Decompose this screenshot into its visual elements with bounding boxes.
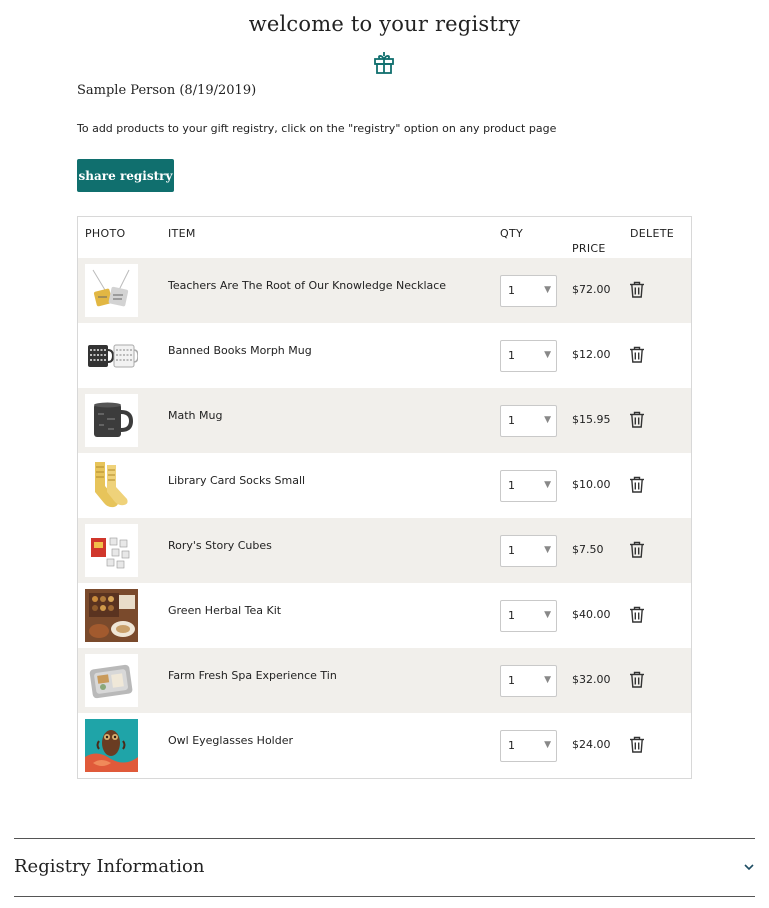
- product-image-owl-eyeglasses-holder[interactable]: [85, 719, 138, 772]
- caret-down-icon: ▼: [544, 415, 551, 425]
- caret-down-icon: ▼: [544, 285, 551, 295]
- item-price: $32.00: [572, 673, 611, 686]
- table-row: Rory's Story Cubes 1 ▼ $7.50: [78, 518, 691, 583]
- product-image-library-card-socks[interactable]: [85, 459, 138, 512]
- product-image-math-mug[interactable]: [85, 394, 138, 447]
- header-qty: QTY: [500, 227, 523, 240]
- caret-down-icon: ▼: [544, 545, 551, 555]
- quantity-select[interactable]: 1 ▼: [500, 665, 557, 697]
- table-row: Green Herbal Tea Kit 1 ▼ $40.00: [78, 583, 691, 648]
- chevron-down-icon[interactable]: [742, 862, 756, 872]
- item-price: $15.95: [572, 413, 611, 426]
- item-name[interactable]: Owl Eyeglasses Holder: [168, 734, 293, 747]
- caret-down-icon: ▼: [544, 740, 551, 750]
- quantity-select[interactable]: 1 ▼: [500, 275, 557, 307]
- share-registry-button[interactable]: share registry: [77, 159, 174, 192]
- quantity-value: 1: [508, 609, 515, 622]
- gift-icon: [374, 52, 394, 74]
- item-price: $10.00: [572, 478, 611, 491]
- header-photo: PHOTO: [85, 227, 126, 240]
- quantity-select[interactable]: 1 ▼: [500, 470, 557, 502]
- quantity-value: 1: [508, 739, 515, 752]
- quantity-value: 1: [508, 414, 515, 427]
- header-price: PRICE: [572, 242, 606, 255]
- quantity-value: 1: [508, 349, 515, 362]
- table-header: PHOTO ITEM QTY PRICE DELETE: [78, 217, 691, 258]
- item-name[interactable]: Banned Books Morph Mug: [168, 344, 312, 357]
- product-image-necklace[interactable]: [85, 264, 138, 317]
- quantity-value: 1: [508, 544, 515, 557]
- table-row: Teachers Are The Root of Our Knowledge N…: [78, 258, 691, 323]
- page-title: welcome to your registry: [248, 12, 521, 36]
- quantity-select[interactable]: 1 ▼: [500, 535, 557, 567]
- item-price: $24.00: [572, 738, 611, 751]
- product-image-story-cubes[interactable]: [85, 524, 138, 577]
- accordion-divider-bottom: [14, 896, 755, 897]
- caret-down-icon: ▼: [544, 610, 551, 620]
- trash-icon[interactable]: [629, 606, 645, 623]
- quantity-select[interactable]: 1 ▼: [500, 405, 557, 437]
- registry-information-toggle[interactable]: Registry Information: [14, 856, 204, 877]
- accordion-divider-top: [14, 838, 755, 839]
- trash-icon[interactable]: [629, 346, 645, 363]
- item-price: $40.00: [572, 608, 611, 621]
- item-price: $12.00: [572, 348, 611, 361]
- table-row: Farm Fresh Spa Experience Tin 1 ▼ $32.00: [78, 648, 691, 713]
- caret-down-icon: ▼: [544, 480, 551, 490]
- quantity-value: 1: [508, 284, 515, 297]
- product-image-banned-books-mug[interactable]: [85, 329, 138, 382]
- product-image-herbal-tea-kit[interactable]: [85, 589, 138, 642]
- table-row: Math Mug 1 ▼ $15.95: [78, 388, 691, 453]
- quantity-select[interactable]: 1 ▼: [500, 340, 557, 372]
- item-name[interactable]: Farm Fresh Spa Experience Tin: [168, 669, 337, 682]
- table-row: Banned Books Morph Mug 1 ▼ $12.00: [78, 323, 691, 388]
- item-name[interactable]: Library Card Socks Small: [168, 474, 305, 487]
- caret-down-icon: ▼: [544, 675, 551, 685]
- registry-instructions: To add products to your gift registry, c…: [77, 122, 557, 135]
- item-name[interactable]: Rory's Story Cubes: [168, 539, 272, 552]
- item-price: $72.00: [572, 283, 611, 296]
- table-row: Owl Eyeglasses Holder 1 ▼ $24.00: [78, 713, 691, 778]
- quantity-select[interactable]: 1 ▼: [500, 730, 557, 762]
- item-name[interactable]: Math Mug: [168, 409, 222, 422]
- registry-table: PHOTO ITEM QTY PRICE DELETE Teachers Are…: [77, 216, 692, 779]
- header-delete: DELETE: [630, 227, 674, 240]
- quantity-value: 1: [508, 674, 515, 687]
- registry-owner: Sample Person (8/19/2019): [77, 83, 257, 98]
- trash-icon[interactable]: [629, 541, 645, 558]
- quantity-value: 1: [508, 479, 515, 492]
- trash-icon[interactable]: [629, 281, 645, 298]
- product-image-spa-experience-tin[interactable]: [85, 654, 138, 707]
- quantity-select[interactable]: 1 ▼: [500, 600, 557, 632]
- table-row: Library Card Socks Small 1 ▼ $10.00: [78, 453, 691, 518]
- trash-icon[interactable]: [629, 671, 645, 688]
- item-price: $7.50: [572, 543, 604, 556]
- trash-icon[interactable]: [629, 736, 645, 753]
- trash-icon[interactable]: [629, 411, 645, 428]
- caret-down-icon: ▼: [544, 350, 551, 360]
- header-item: ITEM: [168, 227, 196, 240]
- item-name[interactable]: Green Herbal Tea Kit: [168, 604, 281, 617]
- item-name[interactable]: Teachers Are The Root of Our Knowledge N…: [168, 279, 446, 292]
- registry-rows: Teachers Are The Root of Our Knowledge N…: [78, 258, 691, 778]
- trash-icon[interactable]: [629, 476, 645, 493]
